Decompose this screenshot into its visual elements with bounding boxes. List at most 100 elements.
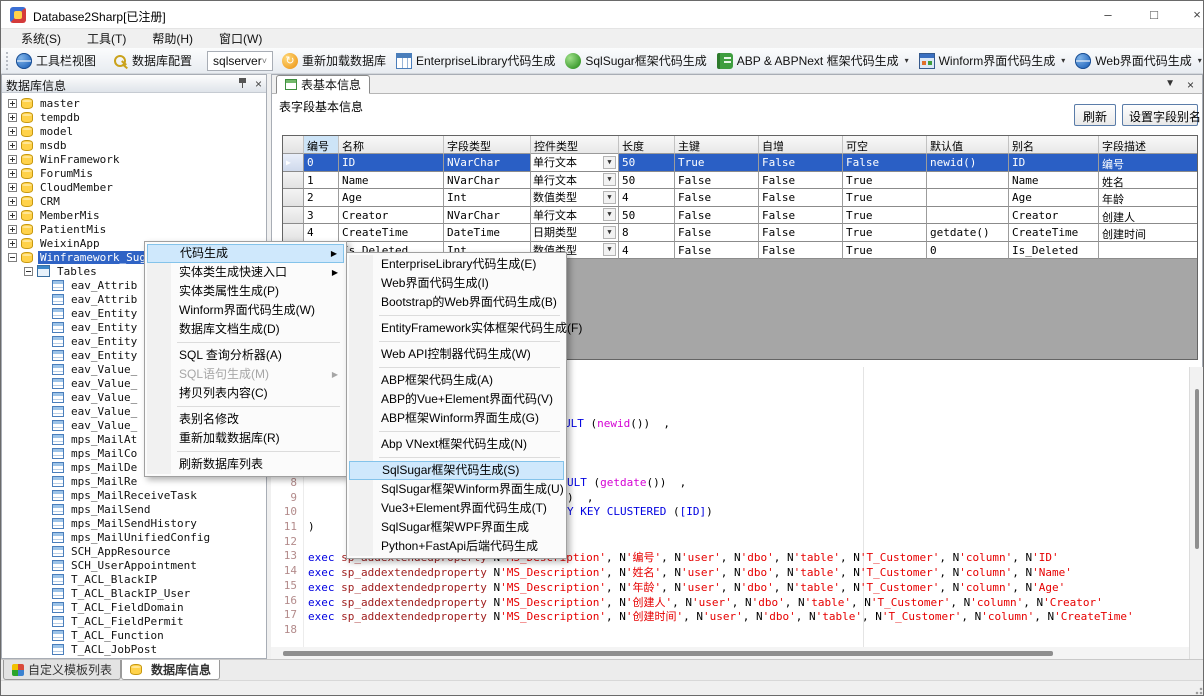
grid-cell[interactable]: Name xyxy=(1009,172,1099,190)
grid-cell[interactable]: 创建人 xyxy=(1099,207,1198,225)
tree-table-eav_Attrib-0[interactable]: eav_Attrib xyxy=(52,278,139,292)
grid-cell[interactable]: False xyxy=(675,172,759,190)
grid-cell[interactable]: 50 xyxy=(619,172,675,190)
tree-expander-icon[interactable] xyxy=(8,99,17,108)
toolbar-button-工具栏视图[interactable]: 工具栏视图 xyxy=(11,49,101,72)
chevron-down-icon[interactable]: ▼ xyxy=(603,226,616,239)
grid-cell[interactable]: Is_Deleted xyxy=(1009,242,1099,260)
context-menu-item-1[interactable]: 实体类生成快速入口▶ xyxy=(147,263,344,282)
grid-cell[interactable]: ID xyxy=(339,154,444,172)
grid-cell[interactable]: ID xyxy=(1009,154,1099,172)
grid-cell[interactable]: True xyxy=(843,207,927,225)
grid-cell[interactable]: 4 xyxy=(619,189,675,207)
tree-database-WeixinApp[interactable]: WeixinApp xyxy=(8,236,102,250)
vertical-scrollbar-thumb[interactable] xyxy=(1195,389,1199,549)
tree-expander-icon[interactable] xyxy=(24,267,33,276)
chevron-down-icon[interactable]: ▼ xyxy=(603,243,616,256)
grid-cell[interactable]: False xyxy=(759,189,843,207)
grid-cell[interactable]: CreateTime xyxy=(1009,224,1099,242)
submenu-item-12[interactable]: SqlSugar框架WPF界面生成 xyxy=(349,518,564,537)
tree-table-T_ACL_BlackIP_User-22[interactable]: T_ACL_BlackIP_User xyxy=(52,586,192,600)
grid-cell[interactable]: CreateTime xyxy=(339,224,444,242)
chevron-down-icon[interactable]: ▼ xyxy=(603,173,616,186)
refresh-button[interactable]: 刷新 xyxy=(1074,104,1116,126)
tree-database-Winframework_Sug[interactable]: Winframework_Sug xyxy=(8,250,148,264)
grid-cell[interactable]: 3 xyxy=(304,207,339,225)
dropdown-arrow-icon[interactable]: ▾ xyxy=(1061,56,1065,65)
grid-cell[interactable]: False xyxy=(759,154,843,172)
menu-item-3[interactable]: 窗口(W) xyxy=(207,29,274,48)
grid-cell[interactable]: True xyxy=(843,172,927,190)
grid-row-header[interactable] xyxy=(283,207,304,225)
tree-table-eav_Entity-2[interactable]: eav_Entity xyxy=(52,306,139,320)
grid-cell[interactable]: 姓名 xyxy=(1099,172,1198,190)
submenu-item-5[interactable]: ABP框架代码生成(A) xyxy=(349,371,564,390)
grid-cell[interactable]: 编号 xyxy=(1099,154,1198,172)
panel-close-icon[interactable]: × xyxy=(255,77,262,91)
grid-cell-combobox[interactable]: 数值类型▼ xyxy=(531,189,619,207)
grid-cell[interactable]: True xyxy=(675,154,759,172)
grid-cell[interactable]: 0 xyxy=(304,154,339,172)
tree-table-mps_MailReceiveTask-15[interactable]: mps_MailReceiveTask xyxy=(52,488,199,502)
tree-table-eav_Value_-6[interactable]: eav_Value_ xyxy=(52,362,139,376)
context-menu-item-10[interactable]: 刷新数据库列表 xyxy=(147,455,344,474)
grid-cell[interactable]: DateTime xyxy=(444,224,531,242)
toolbar-button-EnterpriseLibrary代码生成[interactable]: EnterpriseLibrary代码生成 xyxy=(391,49,560,72)
chevron-down-icon[interactable]: ▼ xyxy=(603,208,616,221)
tree-expander-icon[interactable] xyxy=(8,113,17,122)
tree-expander-icon[interactable] xyxy=(8,197,17,206)
grid-cell[interactable]: Age xyxy=(339,189,444,207)
maximize-button[interactable]: □ xyxy=(1134,1,1174,29)
toolbar-button-ABP & ABPNext 框架代码生成[interactable]: ABP & ABPNext 框架代码生成▾ xyxy=(712,49,914,72)
tree-table-mps_MailSendHistory-17[interactable]: mps_MailSendHistory xyxy=(52,516,199,530)
context-menu-item-7[interactable]: 拷贝列表内容(C) xyxy=(147,384,344,403)
tree-expander-icon[interactable] xyxy=(8,211,17,220)
grid-cell[interactable]: Int xyxy=(444,189,531,207)
grid-cell[interactable]: False xyxy=(675,242,759,260)
tree-table-mps_MailDe-13[interactable]: mps_MailDe xyxy=(52,460,139,474)
tree-table-eav_Attrib-1[interactable]: eav_Attrib xyxy=(52,292,139,306)
tree-expander-icon[interactable] xyxy=(8,253,17,262)
submenu-item-10[interactable]: SqlSugar框架Winform界面生成(U) xyxy=(349,480,564,499)
menu-item-1[interactable]: 工具(T) xyxy=(75,29,138,48)
submenu-item-11[interactable]: Vue3+Element界面代码生成(T) xyxy=(349,499,564,518)
set-field-alias-button[interactable]: 设置字段别名 xyxy=(1122,104,1198,126)
submenu-item-13[interactable]: Python+FastApi后端代码生成 xyxy=(349,537,564,556)
tree-expander-icon[interactable] xyxy=(8,183,17,192)
grid-cell[interactable]: Name xyxy=(339,172,444,190)
tree-table-T_ACL_FieldPermit-24[interactable]: T_ACL_FieldPermit xyxy=(52,614,186,628)
tree-table-eav_Entity-5[interactable]: eav_Entity xyxy=(52,348,139,362)
dropdown-arrow-icon[interactable]: ▾ xyxy=(1198,56,1202,65)
tree-expander-icon[interactable] xyxy=(8,225,17,234)
tree-node-tables[interactable]: Tables xyxy=(24,264,99,278)
toolbar-button-重新加载数据库[interactable]: 重新加载数据库 xyxy=(277,49,391,72)
chevron-down-icon[interactable]: ▼ xyxy=(603,156,616,169)
tree-table-T_ACL_LoginLog-27[interactable]: T_ACL_LoginLog xyxy=(52,656,166,658)
grid-cell-combobox[interactable]: 单行文本▼ xyxy=(531,207,619,225)
grid-cell[interactable]: False xyxy=(759,224,843,242)
toolbar-button-Winform界面代码生成[interactable]: Winform界面代码生成▾ xyxy=(914,49,1071,72)
grid-cell[interactable]: False xyxy=(759,172,843,190)
context-menu-item-0[interactable]: 代码生成▶ xyxy=(147,244,344,263)
tree-table-eav_Value_-8[interactable]: eav_Value_ xyxy=(52,390,139,404)
grid-cell[interactable]: Creator xyxy=(339,207,444,225)
submenu-item-8[interactable]: Abp VNext框架代码生成(N) xyxy=(349,435,564,454)
tree-database-tempdb[interactable]: tempdb xyxy=(8,110,82,124)
submenu-item-2[interactable]: Bootstrap的Web界面代码生成(B) xyxy=(349,293,564,312)
grid-cell[interactable]: Age xyxy=(1009,189,1099,207)
grid-cell[interactable]: True xyxy=(843,242,927,260)
tree-database-CRM[interactable]: CRM xyxy=(8,194,62,208)
grid-cell[interactable]: False xyxy=(843,154,927,172)
grid-cell[interactable]: True xyxy=(843,189,927,207)
tab-dropdown-icon[interactable]: ▼ xyxy=(1165,78,1175,92)
bottom-tab-1[interactable]: 数据库信息 xyxy=(121,660,220,680)
submenu-item-3[interactable]: EntityFramework实体框架代码生成(F) xyxy=(349,319,564,338)
grid-cell[interactable]: False xyxy=(675,224,759,242)
tree-table-eav_Entity-3[interactable]: eav_Entity xyxy=(52,320,139,334)
grid-cell[interactable]: False xyxy=(759,207,843,225)
tree-table-SCH_UserAppointment-20[interactable]: SCH_UserAppointment xyxy=(52,558,199,572)
grid-data-row[interactable]: 2AgeInt数值类型▼4FalseFalseTrueAge年龄 xyxy=(283,189,1198,207)
grid-header-row[interactable]: 编号名称字段类型控件类型长度主键自增可空默认值别名字段描述 xyxy=(283,136,1198,154)
tree-expander-icon[interactable] xyxy=(8,239,17,248)
submenu-item-1[interactable]: Web界面代码生成(I) xyxy=(349,274,564,293)
